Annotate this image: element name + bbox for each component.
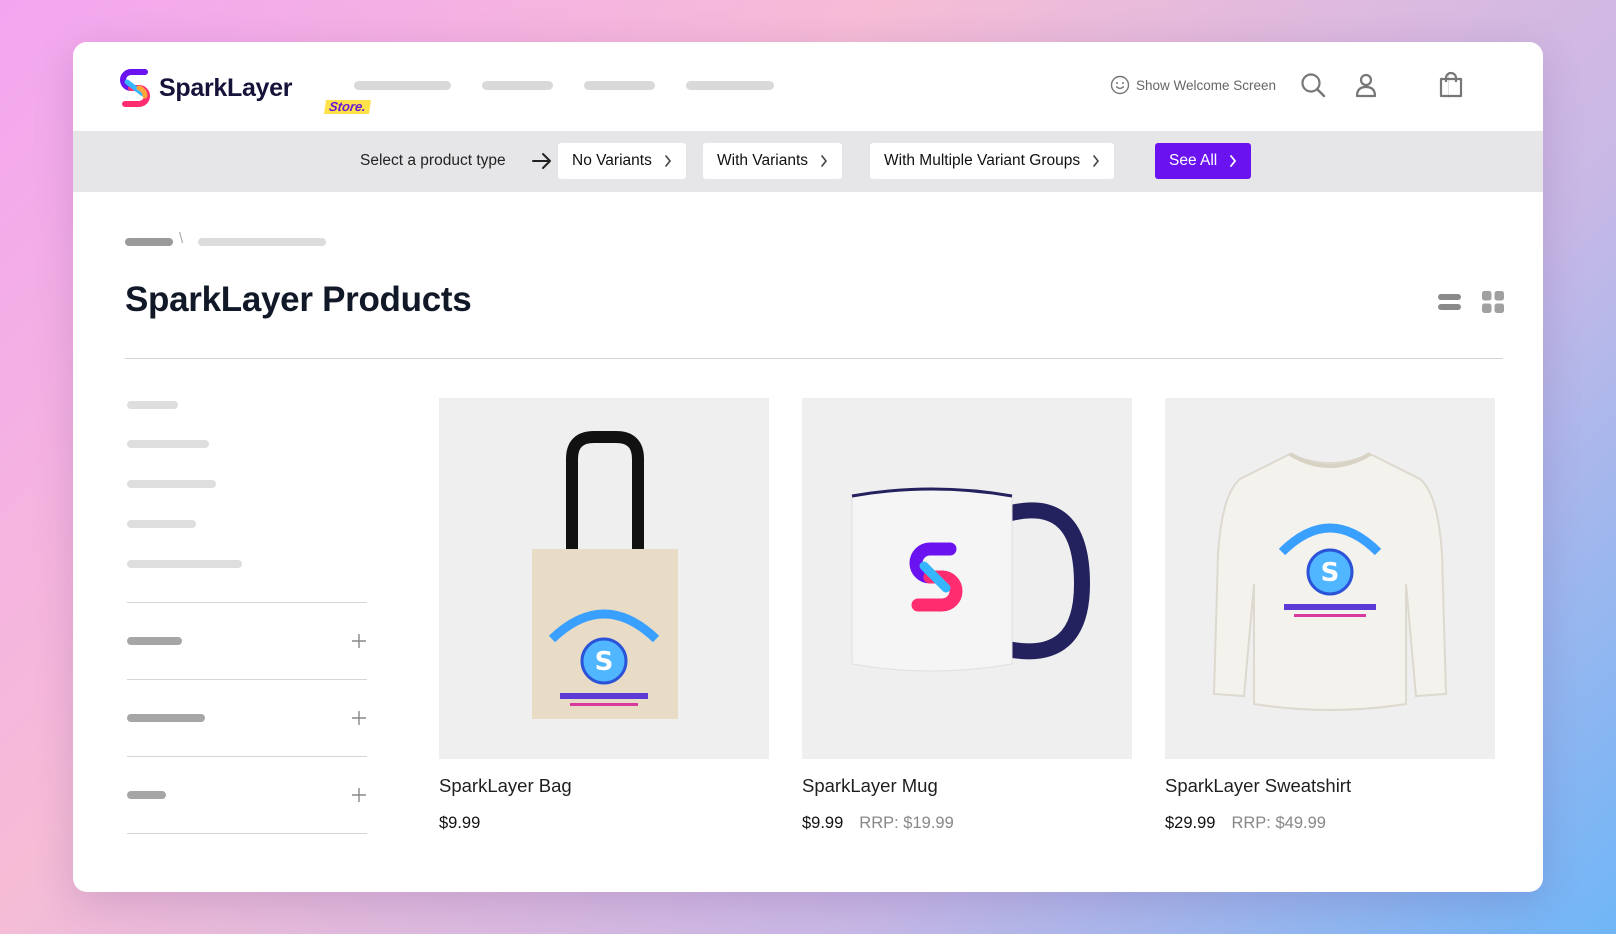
breadcrumb-separator: \: [179, 230, 184, 247]
chip-label: With Multiple Variant Groups: [884, 152, 1081, 169]
filter-divider: [127, 756, 367, 757]
product-price: $9.99: [439, 814, 481, 832]
filter-divider: [127, 679, 367, 680]
nav-link-placeholder[interactable]: [482, 81, 553, 90]
chevron-right-icon: [821, 155, 828, 167]
chip-label: No Variants: [572, 152, 652, 169]
chip-label: See All: [1169, 152, 1218, 169]
see-all-button[interactable]: See All: [1155, 143, 1252, 179]
product-price-row: $9.99: [439, 814, 769, 833]
browser-window: SparkLayer Store. Show Welcome Screen Se…: [73, 42, 1543, 892]
arrow-right-icon: [532, 153, 551, 169]
title-divider: [125, 358, 1503, 359]
welcome-label: Show Welcome Screen: [1136, 77, 1277, 93]
mug-image: [851, 487, 1091, 671]
sweatshirt-image: S: [1212, 451, 1448, 711]
product-price-row: $9.99 RRP: $19.99: [802, 814, 1132, 833]
product-rrp: RRP: $49.99: [1231, 814, 1326, 832]
account-icon[interactable]: [1351, 70, 1381, 100]
brand-name: SparkLayer: [159, 74, 293, 102]
sparklayer-logo-icon: [120, 69, 150, 107]
svg-text:S: S: [1321, 558, 1340, 588]
product-card: SparkLayer Mug $9.99 RRP: $19.99: [802, 398, 1132, 833]
grid-view-icon[interactable]: [1482, 291, 1504, 313]
nav-link-placeholder[interactable]: [686, 81, 774, 90]
product-name[interactable]: SparkLayer Sweatshirt: [1165, 775, 1495, 797]
brand-logo[interactable]: SparkLayer Store.: [117, 66, 371, 122]
product-price: $29.99: [1165, 814, 1216, 832]
category-link-placeholder[interactable]: [127, 560, 242, 568]
product-price: $9.99: [802, 814, 844, 832]
breadcrumb-current-placeholder: [198, 238, 326, 246]
product-card: S SparkLayer Bag $9.99: [439, 398, 769, 833]
chevron-right-icon: [1230, 155, 1237, 167]
nav-link-placeholder[interactable]: [354, 81, 451, 90]
filter-group-placeholder[interactable]: [127, 637, 182, 645]
brand-store-tag: Store.: [324, 99, 371, 114]
tote-bag-image: S: [532, 430, 678, 719]
product-name[interactable]: SparkLayer Mug: [802, 775, 1132, 797]
smiley-icon: [1110, 75, 1130, 95]
list-view-icon[interactable]: [1438, 291, 1461, 313]
shopping-bag-icon[interactable]: [1436, 70, 1466, 100]
product-image-mug[interactable]: [802, 398, 1132, 759]
category-link-placeholder[interactable]: [127, 520, 196, 528]
product-type-label: Select a product type: [360, 152, 506, 169]
chevron-right-icon: [665, 155, 671, 167]
breadcrumb-home-placeholder[interactable]: [125, 238, 173, 246]
filter-group-placeholder[interactable]: [127, 714, 205, 722]
filter-divider: [127, 602, 367, 603]
product-card: S SparkLayer Sweatshirt $29.99 RRP: $49.…: [1165, 398, 1495, 833]
product-rrp: RRP: $19.99: [859, 814, 954, 832]
plus-icon[interactable]: [351, 633, 367, 649]
chip-label: With Variants: [717, 152, 809, 169]
chevron-right-icon: [1093, 155, 1100, 167]
plus-icon[interactable]: [351, 787, 367, 803]
svg-text:S: S: [595, 647, 614, 677]
product-image-bag[interactable]: S: [439, 398, 769, 759]
show-welcome-screen-button[interactable]: Show Welcome Screen: [1110, 75, 1276, 95]
product-image-sweatshirt[interactable]: S: [1165, 398, 1495, 759]
with-multiple-variant-groups-button[interactable]: With Multiple Variant Groups: [870, 143, 1115, 179]
category-link-placeholder[interactable]: [127, 401, 178, 409]
plus-icon[interactable]: [351, 710, 367, 726]
product-type-bar: Select a product type No Variants With V…: [73, 131, 1543, 192]
with-variants-button[interactable]: With Variants: [703, 143, 843, 179]
no-variants-button[interactable]: No Variants: [558, 143, 686, 179]
filter-group-placeholder[interactable]: [127, 791, 166, 799]
filter-divider: [127, 833, 367, 834]
page-title: SparkLayer Products: [125, 280, 472, 319]
category-link-placeholder[interactable]: [127, 440, 209, 448]
search-icon[interactable]: [1298, 70, 1328, 100]
nav-link-placeholder[interactable]: [584, 81, 655, 90]
product-price-row: $29.99 RRP: $49.99: [1165, 814, 1495, 833]
product-name[interactable]: SparkLayer Bag: [439, 775, 769, 797]
category-link-placeholder[interactable]: [127, 480, 216, 488]
site-header: SparkLayer Store. Show Welcome Screen: [73, 42, 1543, 131]
